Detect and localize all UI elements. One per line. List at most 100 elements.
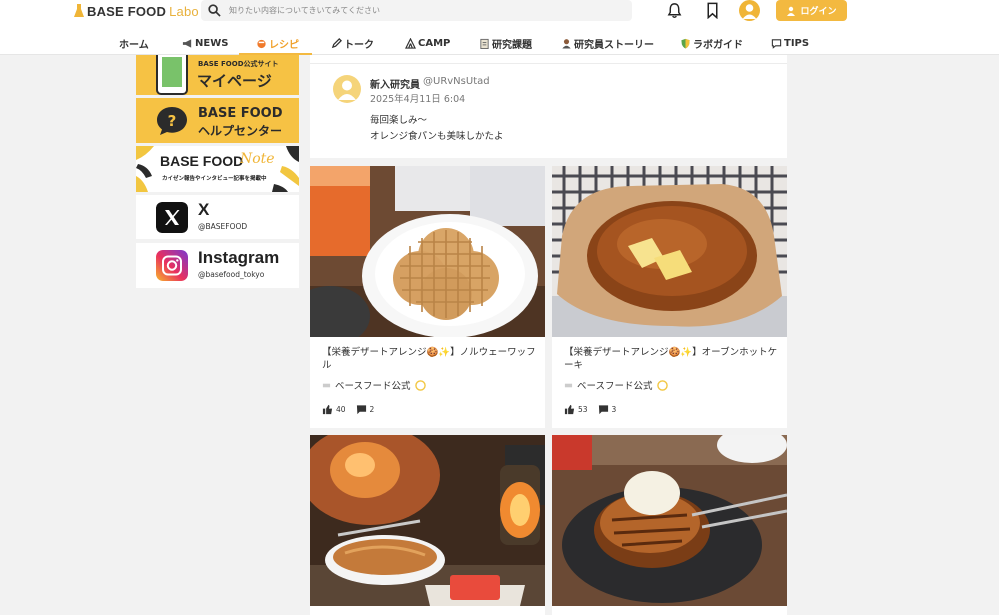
post-title[interactable]: 【栄養デザートアレンジ🍪✨】オーブンホットケーキ — [564, 346, 779, 372]
nav-label: ホーム — [119, 40, 149, 51]
pencil-icon — [331, 38, 342, 49]
divider — [310, 63, 787, 64]
yakisoba-camp-photo — [310, 435, 545, 606]
author-logo-icon — [322, 383, 331, 387]
shield-icon — [681, 38, 690, 49]
instagram-name: Instagram — [198, 248, 280, 267]
help-subtitle: ヘルプセンター — [198, 124, 283, 138]
dessert-photo — [552, 435, 787, 606]
like-count: 40 — [336, 405, 346, 414]
comment-count: 3 — [611, 405, 617, 414]
thumbs-up-icon[interactable] — [322, 404, 333, 415]
nav-item-news[interactable]: NEWS — [182, 33, 228, 54]
post-image-waffle[interactable] — [310, 166, 545, 337]
post-card[interactable] — [552, 435, 787, 615]
nav-item-talk[interactable]: トーク — [331, 33, 374, 54]
comment-timestamp: 2025年4月11日 6:04 — [370, 94, 466, 105]
mypage-title: マイページ — [197, 72, 272, 90]
post-author[interactable]: ベースフード公式 — [322, 378, 426, 392]
smartphone-icon — [156, 55, 188, 95]
x-handle: @BASEFOOD — [198, 222, 248, 231]
nav-label: CAMP — [418, 38, 451, 49]
help-center-banner[interactable]: ? BASE FOOD ヘルプセンター — [136, 98, 299, 143]
logo-subtext: Labo — [169, 3, 199, 19]
person-icon — [787, 6, 796, 16]
bookmark-icon[interactable] — [704, 2, 721, 19]
instagram-handle: @basefood_tokyo — [198, 270, 265, 279]
hotcake-photo — [552, 166, 787, 337]
post-stats: 40 2 — [322, 404, 374, 415]
verified-badge-icon — [656, 379, 668, 391]
comment-card: 新入研究員 @URvNsUtad 2025年4月11日 6:04 毎回楽しみ〜 … — [310, 55, 787, 158]
post-author[interactable]: ベースフード公式 — [564, 378, 668, 392]
x-logo-icon — [156, 202, 188, 233]
user-icon — [338, 80, 356, 100]
nav-item-tips[interactable]: TIPS — [771, 33, 809, 54]
post-image-hotcake[interactable] — [552, 166, 787, 337]
thumbs-up-icon[interactable] — [564, 404, 575, 415]
comment-count: 2 — [369, 405, 375, 414]
site-logo[interactable]: BASE FOOD Labo — [74, 3, 199, 19]
instagram-logo-icon — [156, 250, 188, 281]
megaphone-icon — [182, 39, 192, 48]
post-image-dessert[interactable] — [552, 435, 787, 606]
note-subtitle: カイゼン報告やインタビュー記事を掲載中 — [162, 176, 267, 182]
author-name: ベースフード公式 — [577, 381, 653, 392]
nav-label: TIPS — [784, 38, 810, 49]
mypage-banner[interactable]: BASE FOOD公式サイト マイページ — [136, 55, 299, 95]
logo-flask-icon — [74, 4, 84, 17]
bell-icon[interactable] — [666, 2, 683, 19]
nav-label: 研究課題 — [492, 40, 532, 51]
nav-label: 研究員ストーリー — [574, 40, 654, 51]
x-banner[interactable]: X @BASEFOOD — [136, 195, 299, 239]
instagram-banner[interactable]: Instagram @basefood_tokyo — [136, 243, 299, 288]
nav-item-research[interactable]: 研究課題 — [479, 33, 532, 54]
author-name: ベースフード公式 — [335, 381, 411, 392]
comment-icon[interactable] — [356, 404, 367, 415]
nav-item-guide[interactable]: ラボガイド — [680, 33, 743, 54]
login-button[interactable]: ログイン — [776, 0, 847, 21]
mypage-caption: BASE FOOD公式サイト — [198, 60, 279, 68]
commenter-name[interactable]: 新入研究員 — [370, 76, 420, 91]
nav-item-stories[interactable]: 研究員ストーリー — [561, 33, 654, 54]
post-stats: 53 3 — [564, 404, 616, 415]
x-name: X — [198, 200, 210, 219]
comment-icon[interactable] — [598, 404, 609, 415]
author-logo-icon — [564, 383, 573, 387]
post-image-yakisoba[interactable] — [310, 435, 545, 606]
speech-bubble-icon — [771, 39, 782, 49]
note-script: Note — [240, 151, 275, 167]
nav-item-camp[interactable]: CAMP — [405, 33, 450, 54]
svg-text:?: ? — [168, 112, 177, 130]
nav-item-recipe[interactable]: レシピ — [256, 33, 299, 54]
tent-icon — [405, 38, 416, 49]
commenter-handle: @URvNsUtad — [423, 76, 490, 87]
question-bubble-icon: ? — [157, 107, 187, 135]
like-count: 53 — [578, 405, 588, 414]
note-banner[interactable]: BASE FOOD Note カイゼン報告やインタビュー記事を掲載中 — [136, 146, 299, 192]
top-header: BASE FOOD Labo ログイン ホーム — [0, 0, 999, 55]
post-card[interactable]: 【栄養デザートアレンジ🍪✨】ノルウェーワッフル ベースフード公式 40 2 — [310, 166, 545, 428]
post-title[interactable]: 【栄養デザートアレンジ🍪✨】ノルウェーワッフル — [322, 346, 537, 372]
note-title: BASE FOOD — [160, 153, 244, 169]
post-card[interactable]: 【栄養デザートアレンジ🍪✨】オーブンホットケーキ ベースフード公式 53 3 — [552, 166, 787, 428]
comment-text-line: オレンジ食パンも美味しかたよ — [370, 131, 504, 142]
person-icon — [562, 39, 571, 49]
post-card[interactable] — [310, 435, 545, 615]
help-title: BASE FOOD — [198, 106, 283, 121]
search-input[interactable] — [229, 6, 619, 15]
pot-icon — [257, 39, 266, 49]
commenter-avatar[interactable] — [333, 75, 361, 103]
nav-label: レシピ — [269, 40, 299, 51]
search-icon — [208, 4, 221, 17]
logo-text: BASE FOOD — [87, 3, 167, 19]
nav-label: NEWS — [195, 38, 229, 49]
verified-badge-icon — [414, 379, 426, 391]
search-bar[interactable] — [201, 0, 632, 21]
clipboard-icon — [480, 38, 489, 49]
nav-label: ラボガイド — [693, 40, 743, 51]
user-avatar[interactable] — [739, 0, 760, 21]
nav-label: トーク — [344, 40, 374, 51]
nav-item-home[interactable]: ホーム — [119, 33, 149, 54]
main-nav: ホーム NEWS レシピ トーク CAMP 研究課題 研究員ストーリー ラボガイ… — [0, 33, 999, 55]
